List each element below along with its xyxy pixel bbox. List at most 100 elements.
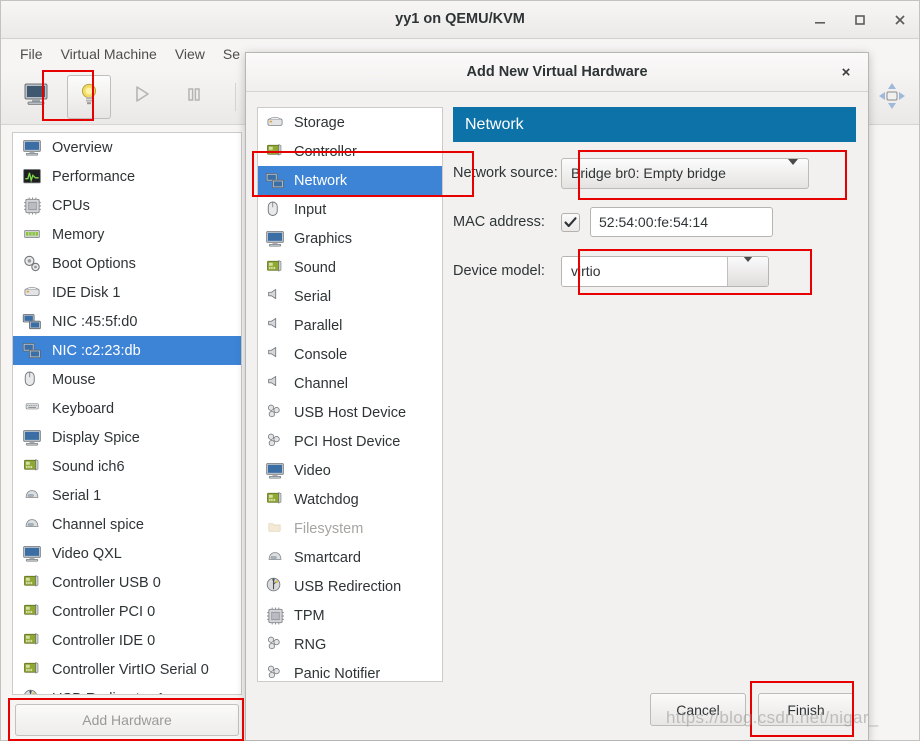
window-titlebar: yy1 on QEMU/KVM xyxy=(1,1,919,39)
chevron-down-icon xyxy=(743,256,753,280)
network-icon xyxy=(265,172,284,188)
hardware-item[interactable]: Video QXL xyxy=(13,539,241,568)
hardware-item[interactable]: Mouse xyxy=(13,365,241,394)
device-category-item[interactable]: PCI Host Device xyxy=(258,427,442,456)
hardware-item-label: Overview xyxy=(52,139,113,156)
dialog-titlebar: Add New Virtual Hardware × xyxy=(246,53,868,92)
device-category-item[interactable]: USB Host Device xyxy=(258,398,442,427)
hardware-item-label: USB Redirector 1 xyxy=(52,691,165,695)
controller-card-icon xyxy=(24,632,39,645)
mac-address-checkbox[interactable] xyxy=(561,212,580,232)
hardware-item[interactable]: Memory xyxy=(13,220,241,249)
hardware-item[interactable]: NIC :45:5f:d0 xyxy=(13,307,241,336)
pause-button[interactable] xyxy=(173,76,215,118)
pause-icon xyxy=(184,84,204,109)
device-category-item[interactable]: Graphics xyxy=(258,224,442,253)
network-source-combobox[interactable]: Bridge br0: Empty bridge xyxy=(561,157,809,189)
device-category-list[interactable]: Storage Controller Network Input Graphics Sou… xyxy=(257,107,443,682)
run-button[interactable] xyxy=(121,76,163,118)
controller-card-icon xyxy=(24,574,39,587)
hardware-item[interactable]: Controller IDE 0 xyxy=(13,626,241,655)
show-details-button[interactable] xyxy=(67,74,111,119)
device-model-combobox[interactable]: virtio xyxy=(561,255,769,287)
network-config-pane: Network Network source: Bridge br0: Empt… xyxy=(453,107,856,662)
toolbar-separator xyxy=(235,82,236,111)
dialog-close-icon[interactable]: × xyxy=(836,62,856,82)
controller-card-icon xyxy=(267,491,282,504)
device-category-item[interactable]: Panic Notifier xyxy=(258,659,442,681)
device-category-item[interactable]: Watchdog xyxy=(258,485,442,514)
device-category-label: Smartcard xyxy=(294,549,361,566)
mouse-icon xyxy=(264,200,286,220)
close-icon[interactable] xyxy=(887,7,913,33)
device-category-item[interactable]: TPM xyxy=(258,601,442,630)
device-category-label: Console xyxy=(294,346,348,363)
device-category-item[interactable]: USB Redirection xyxy=(258,572,442,601)
hardware-item-label: Display Spice xyxy=(52,429,140,446)
sound-card-icon xyxy=(264,258,286,278)
device-category-item[interactable]: Channel xyxy=(258,369,442,398)
mouse-icon xyxy=(267,201,278,216)
serial-icon xyxy=(25,518,39,527)
add-hardware-dialog: Add New Virtual Hardware × Storage Contro… xyxy=(245,52,869,741)
device-model-label: Device model: xyxy=(453,263,545,279)
device-model-value[interactable]: virtio xyxy=(562,256,727,286)
device-category-item[interactable]: RNG xyxy=(258,630,442,659)
controller-card-icon xyxy=(20,659,44,681)
vm-hardware-list[interactable]: Overview Performance CPUs Memory Boot Option… xyxy=(12,132,242,695)
device-category-item[interactable]: Video xyxy=(258,456,442,485)
hardware-item-label: Keyboard xyxy=(52,400,115,417)
show-console-button[interactable] xyxy=(15,76,57,118)
hardware-item[interactable]: Overview xyxy=(13,133,241,162)
hardware-item-label: CPUs xyxy=(52,197,90,214)
device-category-item[interactable]: Controller xyxy=(258,137,442,166)
serial-port-icon xyxy=(264,316,286,336)
mac-address-input[interactable]: 52:54:00:fe:54:14 xyxy=(590,207,773,237)
host-device-icon xyxy=(264,635,286,655)
hardware-item[interactable]: Channel spice xyxy=(13,510,241,539)
hardware-item[interactable]: Sound ich6 xyxy=(13,452,241,481)
monitor-icon xyxy=(23,82,49,111)
maximize-icon[interactable] xyxy=(847,7,873,33)
hardware-item[interactable]: USB Redirector 1 xyxy=(13,684,241,695)
hardware-item[interactable]: Performance xyxy=(13,162,241,191)
device-category-item[interactable]: Console xyxy=(258,340,442,369)
hardware-item[interactable]: IDE Disk 1 xyxy=(13,278,241,307)
device-category-item[interactable]: Input xyxy=(258,195,442,224)
usb-icon xyxy=(23,689,37,694)
hardware-item[interactable]: Boot Options xyxy=(13,249,241,278)
sound-card-icon xyxy=(20,456,44,478)
device-model-dropdown-button[interactable] xyxy=(727,256,768,286)
hardware-item[interactable]: NIC :c2:23:db xyxy=(13,336,241,365)
hardware-item[interactable]: CPUs xyxy=(13,191,241,220)
device-category-item[interactable]: Parallel xyxy=(258,311,442,340)
dialog-body: Storage Controller Network Input Graphics Sou… xyxy=(246,92,868,740)
device-category-item[interactable]: Serial xyxy=(258,282,442,311)
memory-icon xyxy=(24,229,40,238)
menu-virtual-machine[interactable]: Virtual Machine xyxy=(52,43,166,65)
smartcard-icon xyxy=(268,551,282,560)
host-device-icon xyxy=(267,636,280,650)
hardware-item[interactable]: Controller PCI 0 xyxy=(13,597,241,626)
menu-send-key[interactable]: Se xyxy=(214,43,249,65)
resize-to-vm-button[interactable] xyxy=(873,79,911,117)
cancel-button[interactable]: Cancel xyxy=(650,693,746,726)
chevron-down-icon xyxy=(788,159,798,181)
hardware-item[interactable]: Serial 1 xyxy=(13,481,241,510)
hardware-item[interactable]: Controller VirtIO Serial 0 xyxy=(13,655,241,684)
hardware-item[interactable]: Display Spice xyxy=(13,423,241,452)
hardware-item[interactable]: Keyboard xyxy=(13,394,241,423)
device-category-item[interactable]: Smartcard xyxy=(258,543,442,572)
hardware-item[interactable]: Controller USB 0 xyxy=(13,568,241,597)
device-category-item[interactable]: Storage xyxy=(258,108,442,137)
finish-button[interactable]: Finish xyxy=(758,693,854,726)
menu-file[interactable]: File xyxy=(11,43,52,65)
device-category-label: PCI Host Device xyxy=(294,433,401,450)
device-category-item[interactable]: Sound xyxy=(258,253,442,282)
device-category-item[interactable]: Network xyxy=(258,166,442,195)
dialog-footer: Cancel Finish xyxy=(650,693,854,726)
minimize-icon[interactable] xyxy=(807,7,833,33)
menu-view[interactable]: View xyxy=(166,43,214,65)
add-hardware-button[interactable]: Add Hardware xyxy=(15,704,239,736)
folder-icon xyxy=(268,522,280,532)
